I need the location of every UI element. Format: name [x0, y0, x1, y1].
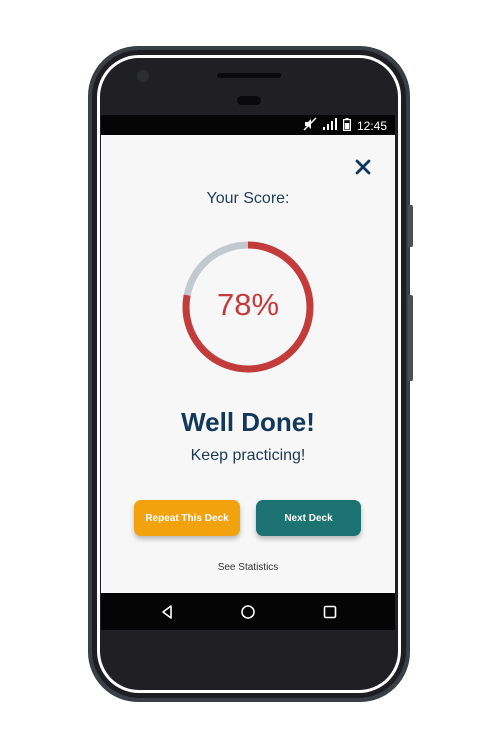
repeat-deck-button[interactable]: Repeat This Deck	[134, 500, 240, 536]
score-ring: 78%	[180, 239, 316, 375]
front-camera	[137, 70, 149, 82]
recent-apps-icon	[323, 605, 337, 619]
navigation-bar	[101, 593, 395, 630]
battery-icon	[342, 117, 351, 134]
mute-icon	[303, 117, 317, 134]
back-icon	[162, 605, 172, 619]
status-time: 12:45	[356, 118, 387, 133]
result-title: Well Done!	[181, 407, 315, 437]
close-icon	[355, 159, 371, 175]
next-deck-button[interactable]: Next Deck	[256, 500, 361, 536]
phone-screen: 12:45 Your Score: 78% Well Done! Keep pr…	[101, 115, 395, 630]
volume-button	[408, 205, 413, 247]
see-statistics-link[interactable]: See Statistics	[101, 562, 395, 573]
nav-recent-apps-button[interactable]	[319, 601, 341, 623]
nav-home-button[interactable]	[237, 601, 259, 623]
proximity-sensor	[237, 96, 261, 105]
result-subtitle: Keep practicing!	[190, 447, 306, 464]
score-label: Your Score:	[206, 190, 290, 207]
nav-back-button[interactable]	[156, 601, 178, 623]
signal-icon	[322, 118, 337, 133]
close-button[interactable]	[351, 155, 375, 179]
power-button	[408, 295, 413, 381]
status-bar: 12:45	[101, 115, 395, 135]
earpiece-speaker	[217, 73, 281, 78]
home-icon	[241, 605, 255, 619]
score-percent: 78%	[216, 287, 280, 322]
